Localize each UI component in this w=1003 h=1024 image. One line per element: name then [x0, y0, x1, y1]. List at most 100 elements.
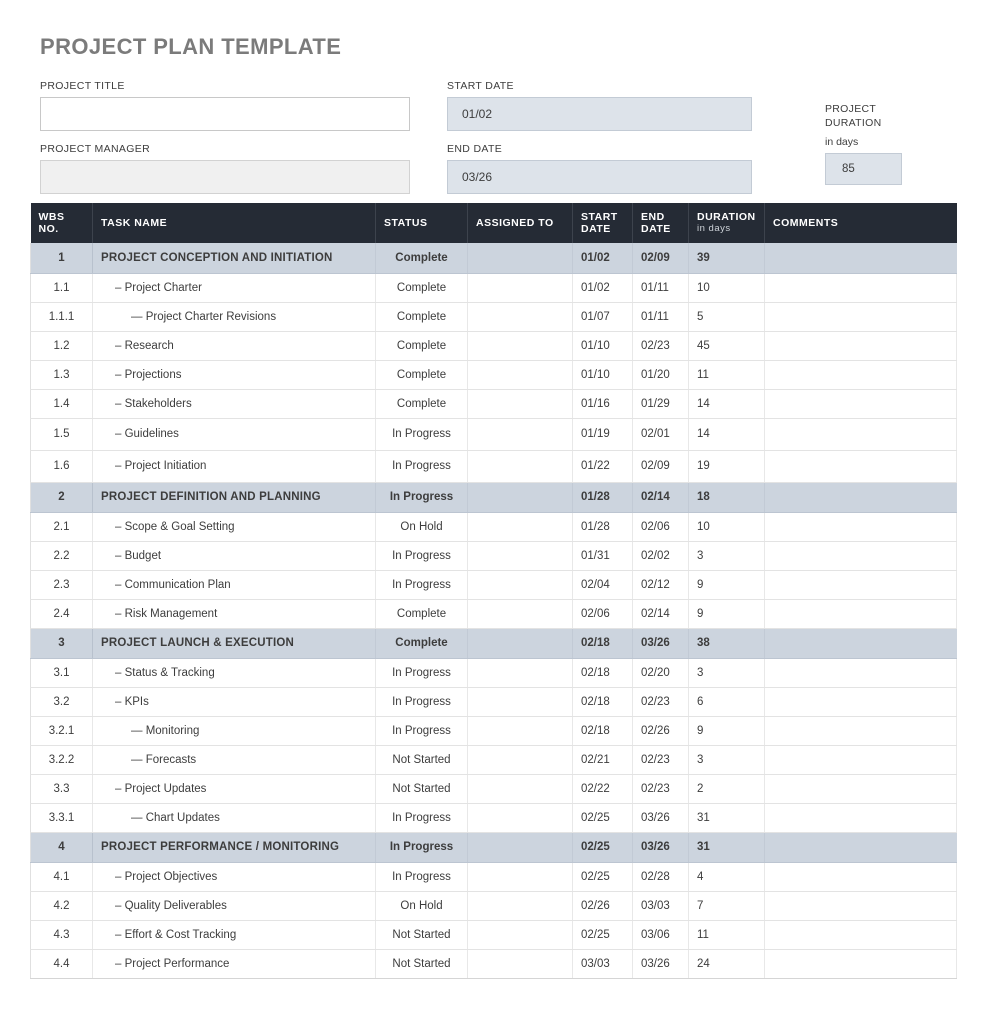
- table-row[interactable]: 4.3 – Effort & Cost Tracking Not Started 02…: [30, 920, 957, 950]
- table-row[interactable]: 1.1 – Project Charter Complete 01/02 01/11 10: [30, 273, 957, 303]
- cell-task[interactable]: – Communication Plan: [92, 570, 376, 600]
- table-row[interactable]: 1.3 – Projections Complete 01/10 01/20 11: [30, 360, 957, 390]
- cell-assigned[interactable]: [467, 273, 573, 303]
- cell-status[interactable]: In Progress: [375, 658, 468, 688]
- cell-end[interactable]: 03/26: [632, 628, 689, 659]
- cell-end[interactable]: 02/06: [632, 512, 689, 542]
- cell-start[interactable]: 02/18: [572, 658, 633, 688]
- cell-wbs[interactable]: 2.3: [30, 570, 93, 600]
- cell-task[interactable]: PROJECT PERFORMANCE / MONITORING: [92, 832, 376, 863]
- cell-duration[interactable]: 3: [688, 745, 765, 775]
- table-row[interactable]: 1.5 – Guidelines In Progress 01/19 02/01 14: [30, 418, 957, 451]
- cell-duration[interactable]: 11: [688, 920, 765, 950]
- cell-end[interactable]: 02/28: [632, 862, 689, 892]
- cell-status[interactable]: Complete: [375, 273, 468, 303]
- cell-duration[interactable]: 45: [688, 331, 765, 361]
- cell-assigned[interactable]: [467, 389, 573, 419]
- table-row[interactable]: 4.2 – Quality Deliverables On Hold 02/26 03/…: [30, 891, 957, 921]
- cell-comments[interactable]: [764, 832, 957, 863]
- cell-wbs[interactable]: 1.6: [30, 450, 93, 483]
- cell-comments[interactable]: [764, 512, 957, 542]
- cell-start[interactable]: 01/02: [572, 243, 633, 274]
- cell-end[interactable]: 03/26: [632, 803, 689, 833]
- cell-status[interactable]: In Progress: [375, 832, 468, 863]
- cell-start[interactable]: 01/16: [572, 389, 633, 419]
- cell-task[interactable]: – Status & Tracking: [92, 658, 376, 688]
- cell-end[interactable]: 02/23: [632, 331, 689, 361]
- cell-comments[interactable]: [764, 687, 957, 717]
- cell-duration[interactable]: 9: [688, 570, 765, 600]
- table-row[interactable]: 1.2 – Research Complete 01/10 02/23 45: [30, 331, 957, 361]
- cell-task[interactable]: – Scope & Goal Setting: [92, 512, 376, 542]
- cell-wbs[interactable]: 1: [30, 243, 93, 274]
- cell-comments[interactable]: [764, 774, 957, 804]
- project-title-input[interactable]: [40, 97, 410, 131]
- cell-end[interactable]: 01/11: [632, 273, 689, 303]
- table-row[interactable]: 1.1.1 — Project Charter Revisions Complete…: [30, 302, 957, 332]
- cell-duration[interactable]: 3: [688, 658, 765, 688]
- table-row[interactable]: 1.6 – Project Initiation In Progress 01/22 0…: [30, 450, 957, 483]
- cell-status[interactable]: Complete: [375, 331, 468, 361]
- cell-duration[interactable]: 38: [688, 628, 765, 659]
- cell-wbs[interactable]: 3.3.1: [30, 803, 93, 833]
- cell-task[interactable]: – Research: [92, 331, 376, 361]
- cell-end[interactable]: 02/02: [632, 541, 689, 571]
- cell-start[interactable]: 02/18: [572, 716, 633, 746]
- start-date-input[interactable]: 01/02: [447, 97, 752, 131]
- cell-start[interactable]: 01/19: [572, 418, 633, 451]
- cell-comments[interactable]: [764, 716, 957, 746]
- cell-wbs[interactable]: 3.2.2: [30, 745, 93, 775]
- cell-end[interactable]: 01/29: [632, 389, 689, 419]
- cell-assigned[interactable]: [467, 243, 573, 274]
- cell-task[interactable]: – Project Performance: [92, 949, 376, 979]
- cell-start[interactable]: 01/10: [572, 360, 633, 390]
- cell-start[interactable]: 02/18: [572, 687, 633, 717]
- cell-comments[interactable]: [764, 862, 957, 892]
- cell-task[interactable]: – Project Updates: [92, 774, 376, 804]
- cell-status[interactable]: In Progress: [375, 482, 468, 513]
- cell-assigned[interactable]: [467, 862, 573, 892]
- table-row[interactable]: 4.1 – Project Objectives In Progress 02/25 0…: [30, 862, 957, 892]
- table-row[interactable]: 3.3.1 — Chart Updates In Progress 02/25 03/2…: [30, 803, 957, 833]
- cell-end[interactable]: 03/03: [632, 891, 689, 921]
- cell-task[interactable]: PROJECT CONCEPTION AND INITIATION: [92, 243, 376, 274]
- end-date-input[interactable]: 03/26: [447, 160, 752, 194]
- cell-task[interactable]: — Project Charter Revisions: [92, 302, 376, 332]
- cell-duration[interactable]: 31: [688, 803, 765, 833]
- cell-comments[interactable]: [764, 389, 957, 419]
- cell-duration[interactable]: 10: [688, 512, 765, 542]
- cell-end[interactable]: 02/23: [632, 774, 689, 804]
- cell-start[interactable]: 02/25: [572, 832, 633, 863]
- cell-duration[interactable]: 9: [688, 716, 765, 746]
- cell-wbs[interactable]: 4.2: [30, 891, 93, 921]
- cell-comments[interactable]: [764, 331, 957, 361]
- cell-end[interactable]: 02/01: [632, 418, 689, 451]
- cell-comments[interactable]: [764, 803, 957, 833]
- cell-assigned[interactable]: [467, 360, 573, 390]
- cell-start[interactable]: 02/26: [572, 891, 633, 921]
- cell-task[interactable]: – Budget: [92, 541, 376, 571]
- cell-assigned[interactable]: [467, 418, 573, 451]
- cell-comments[interactable]: [764, 599, 957, 629]
- cell-end[interactable]: 02/09: [632, 243, 689, 274]
- cell-status[interactable]: Complete: [375, 628, 468, 659]
- cell-start[interactable]: 01/28: [572, 482, 633, 513]
- cell-comments[interactable]: [764, 450, 957, 483]
- cell-comments[interactable]: [764, 745, 957, 775]
- cell-end[interactable]: 02/23: [632, 745, 689, 775]
- cell-assigned[interactable]: [467, 482, 573, 513]
- cell-status[interactable]: On Hold: [375, 512, 468, 542]
- cell-comments[interactable]: [764, 658, 957, 688]
- table-row-section[interactable]: 1 PROJECT CONCEPTION AND INITIATION Comple…: [30, 243, 957, 274]
- table-row[interactable]: 3.2.1 — Monitoring In Progress 02/18 02/26 9: [30, 716, 957, 746]
- cell-status[interactable]: Complete: [375, 302, 468, 332]
- table-row[interactable]: 3.2.2 — Forecasts Not Started 02/21 02/23 3: [30, 745, 957, 775]
- cell-end[interactable]: 03/26: [632, 832, 689, 863]
- cell-task[interactable]: – Guidelines: [92, 418, 376, 451]
- cell-comments[interactable]: [764, 891, 957, 921]
- cell-assigned[interactable]: [467, 920, 573, 950]
- cell-status[interactable]: In Progress: [375, 570, 468, 600]
- cell-assigned[interactable]: [467, 687, 573, 717]
- cell-task[interactable]: – Effort & Cost Tracking: [92, 920, 376, 950]
- cell-end[interactable]: 02/09: [632, 450, 689, 483]
